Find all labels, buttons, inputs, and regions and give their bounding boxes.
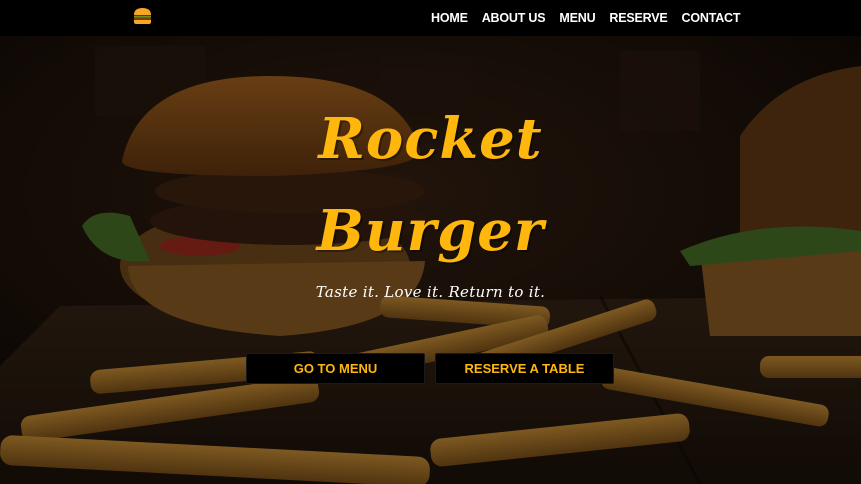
hero-title-line1: Rocket (318, 106, 543, 172)
hero-section: Rocket Burger Taste it. Love it. Return … (0, 36, 861, 484)
reserve-table-button[interactable]: RESERVE A TABLE (435, 353, 614, 384)
nav-contact-link[interactable]: CONTACT (682, 11, 741, 25)
nav-menu-link[interactable]: MENU (559, 11, 595, 25)
hero-tagline: Taste it. Love it. Return to it. (315, 283, 546, 301)
burger-icon[interactable] (133, 7, 152, 25)
hero-title-line2: Burger (316, 198, 545, 264)
nav-home-link[interactable]: HOME (431, 11, 468, 25)
navbar: HOME ABOUT US MENU RESERVE CONTACT (0, 0, 861, 36)
go-to-menu-button[interactable]: GO TO MENU (246, 353, 425, 384)
nav-reserve-link[interactable]: RESERVE (609, 11, 667, 25)
nav-about-link[interactable]: ABOUT US (482, 11, 546, 25)
nav-links: HOME ABOUT US MENU RESERVE CONTACT (431, 0, 754, 36)
